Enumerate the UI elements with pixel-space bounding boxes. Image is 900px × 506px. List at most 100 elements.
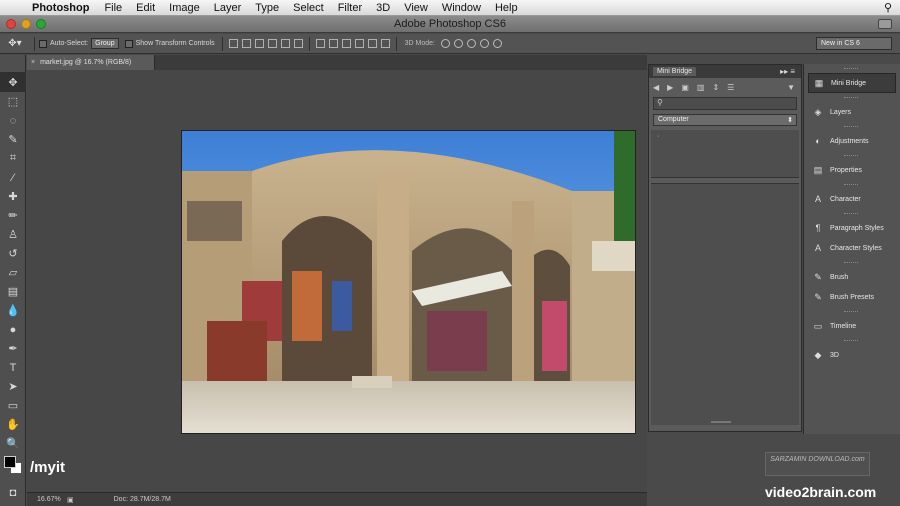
history-brush-tool-icon[interactable]: ↺ [0,244,26,263]
dock-brush-presets[interactable]: ✎ Brush Presets [804,287,900,307]
3d-drag-icon[interactable] [466,39,476,48]
filter-icon[interactable]: ▼ [787,83,795,92]
canvas-area[interactable] [27,70,647,492]
hand-tool-icon[interactable]: ✋ [0,415,26,434]
color-swatches[interactable] [0,453,26,483]
dock-grip[interactable] [804,209,900,218]
menu-help[interactable]: Help [488,2,525,14]
document-image[interactable] [181,130,636,434]
gradient-tool-icon[interactable]: ▤ [0,282,26,301]
mini-bridge-location-dropdown[interactable]: Computer ⬍ [653,114,797,126]
crop-tool-icon[interactable]: ⌗ [0,149,26,168]
distribute-center-icon[interactable] [367,39,377,48]
content-resize-handle[interactable] [711,421,731,423]
status-info-icon[interactable]: ▣ [67,496,74,504]
brush-tool-icon[interactable]: ✏ [0,206,26,225]
dock-grip[interactable] [804,180,900,189]
back-icon[interactable]: ◀ [653,83,659,92]
foreground-color-swatch[interactable] [4,456,16,468]
dock-grip[interactable] [804,64,900,73]
align-middle-icon[interactable] [241,39,251,48]
dock-grip[interactable] [804,122,900,131]
path-select-tool-icon[interactable]: ➤ [0,377,26,396]
mini-bridge-search-input[interactable]: ⚲ [653,97,797,110]
dock-3d[interactable]: ◆ 3D [804,345,900,365]
distribute-top-icon[interactable] [315,39,325,48]
toolbar-toggle-button[interactable] [878,19,892,29]
spotlight-icon[interactable]: ⚲ [884,1,892,14]
align-right-icon[interactable] [293,39,303,48]
dock-mini-bridge[interactable]: ▦ Mini Bridge [808,73,896,93]
lasso-tool-icon[interactable]: ◌ [0,111,26,130]
show-transform-checkbox[interactable] [124,39,133,48]
distribute-right-icon[interactable] [380,39,390,48]
3d-slide-icon[interactable] [479,39,489,48]
dock-grip[interactable] [804,307,900,316]
dodge-tool-icon[interactable]: ● [0,320,26,339]
dock-grip[interactable] [804,93,900,102]
mini-bridge-content-area[interactable] [651,183,799,425]
blur-tool-icon[interactable]: 💧 [0,301,26,320]
dock-grip[interactable] [804,151,900,160]
quick-select-tool-icon[interactable]: ✎ [0,130,26,149]
menu-layer[interactable]: Layer [207,2,249,14]
dock-layers[interactable]: ◈ Layers [804,102,900,122]
shape-tool-icon[interactable]: ▭ [0,396,26,415]
move-tool-icon[interactable]: ✥ [0,73,26,92]
menu-window[interactable]: Window [435,2,488,14]
menu-filter[interactable]: Filter [331,2,369,14]
menu-3d[interactable]: 3D [369,2,397,14]
menu-edit[interactable]: Edit [129,2,162,14]
zoom-level[interactable]: 16.67% [37,496,67,503]
menu-type[interactable]: Type [248,2,286,14]
menu-image[interactable]: Image [162,2,207,14]
healing-brush-tool-icon[interactable]: ✚ [0,187,26,206]
align-left-icon[interactable] [267,39,277,48]
menu-file[interactable]: File [97,2,129,14]
go-to-bridge-icon[interactable]: ▣ [681,83,689,92]
auto-select-checkbox[interactable] [39,39,47,48]
forward-icon[interactable]: ▶ [667,83,673,92]
dock-character-styles[interactable]: A Character Styles [804,238,900,258]
document-size[interactable]: Doc: 28.7M/28.7M [114,496,171,503]
dock-paragraph-styles[interactable]: ¶ Paragraph Styles [804,218,900,238]
menu-view[interactable]: View [397,2,435,14]
3d-rotate-icon[interactable] [440,39,450,48]
distribute-bottom-icon[interactable] [341,39,351,48]
dock-adjustments[interactable]: ◐ Adjustments [804,131,900,151]
dock-character[interactable]: A Character [804,189,900,209]
3d-scale-icon[interactable] [492,39,502,48]
quick-mask-icon[interactable]: ◘ [0,483,26,502]
type-tool-icon[interactable]: T [0,358,26,377]
tools-panel-grip[interactable] [0,55,25,73]
auto-select-dropdown[interactable]: Group [91,38,119,49]
distribute-middle-icon[interactable] [328,39,338,48]
panel-menu-icon[interactable]: ▸▸ ≡ [780,67,801,76]
eraser-tool-icon[interactable]: ▱ [0,263,26,282]
tools-icon[interactable]: ☰ [727,83,734,92]
tool-preset-picker[interactable]: ✥▾ [0,38,30,49]
distribute-left-icon[interactable] [354,39,364,48]
workspace-switcher[interactable]: New in CS 6 [816,37,892,50]
align-center-icon[interactable] [280,39,290,48]
eyedropper-tool-icon[interactable]: ⁄ [0,168,26,187]
view-options-icon[interactable]: ▥ [697,83,705,92]
sort-icon[interactable]: ⇕ [712,83,719,92]
close-tab-icon[interactable]: × [31,59,35,66]
align-top-icon[interactable] [228,39,238,48]
dock-properties[interactable]: ▤ Properties [804,160,900,180]
dock-grip[interactable] [804,336,900,345]
align-bottom-icon[interactable] [254,39,264,48]
pen-tool-icon[interactable]: ✒ [0,339,26,358]
document-tab[interactable]: × market.jpg @ 16.7% (RGB/8) [27,55,155,70]
marquee-tool-icon[interactable]: ⬚ [0,92,26,111]
dock-grip[interactable] [804,258,900,267]
menu-app-name[interactable]: Photoshop [28,2,97,14]
mini-bridge-folder-list[interactable]: · [651,130,799,178]
3d-roll-icon[interactable] [453,39,463,48]
dock-brush[interactable]: ✎ Brush [804,267,900,287]
clone-stamp-tool-icon[interactable]: ♙ [0,225,26,244]
mini-bridge-tab[interactable]: Mini Bridge [653,67,697,76]
zoom-tool-icon[interactable]: 🔍 [0,434,26,453]
dock-timeline[interactable]: ▭ Timeline [804,316,900,336]
